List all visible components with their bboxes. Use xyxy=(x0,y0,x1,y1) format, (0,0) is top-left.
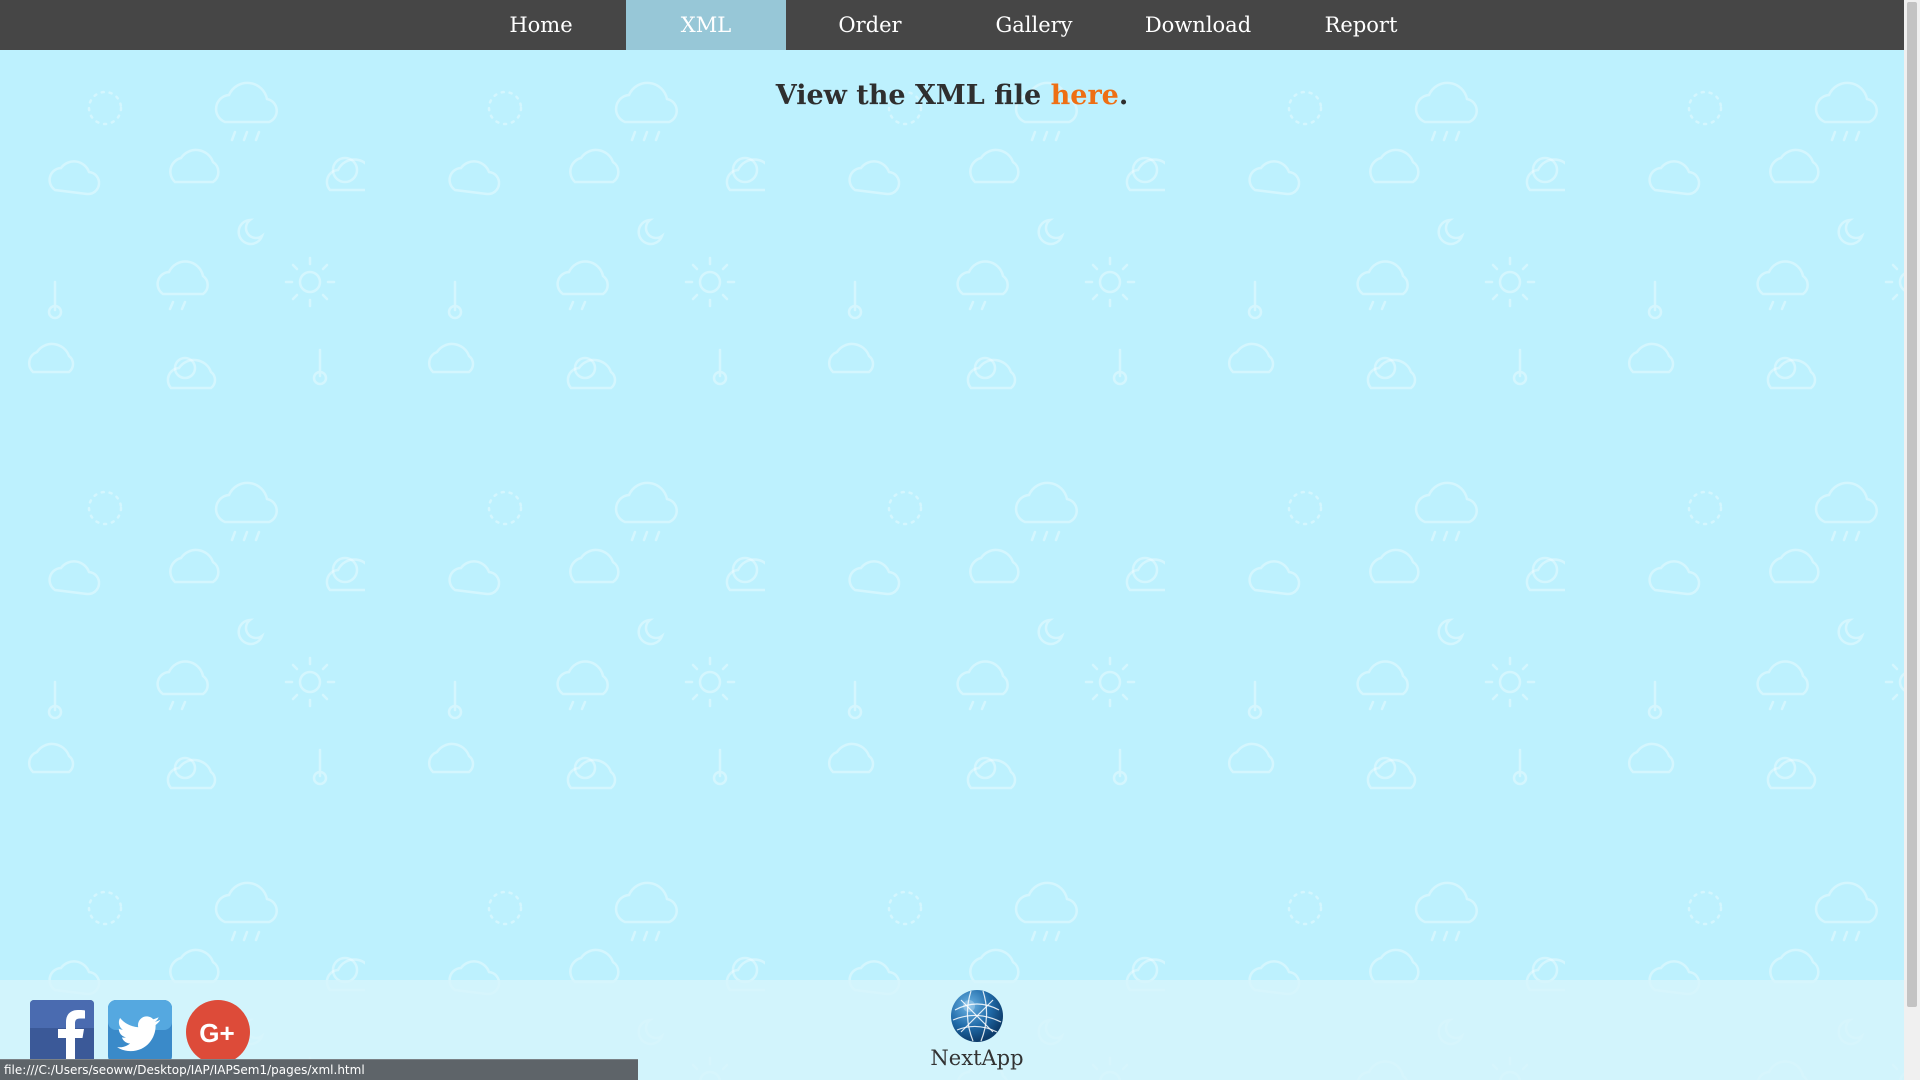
top-navbar: Home XML Order Gallery Download Report xyxy=(0,0,1904,50)
weather-pattern-background xyxy=(0,0,1904,1080)
browser-status-bar: file:///C:/Users/seoww/Desktop/IAP/IAPSe… xyxy=(0,1059,638,1080)
nextapp-globe-logo xyxy=(951,990,1003,1042)
nav-item-gallery[interactable]: Gallery xyxy=(970,0,1098,50)
scrollbar-thumb[interactable] xyxy=(1907,2,1917,1007)
nav-item-report[interactable]: Report xyxy=(1297,0,1425,50)
nav-item-order[interactable]: Order xyxy=(806,0,934,50)
heading-period: . xyxy=(1118,80,1129,111)
google-plus-icon[interactable]: G+ xyxy=(186,1000,250,1064)
xml-file-link[interactable]: here xyxy=(1051,80,1119,111)
nav-item-home[interactable]: Home xyxy=(477,0,605,50)
nav-item-download[interactable]: Download xyxy=(1120,0,1276,50)
svg-text:G+: G+ xyxy=(199,1018,234,1048)
heading-text: View the XML file xyxy=(775,80,1051,111)
brand-name: NextApp xyxy=(930,1046,1024,1070)
vertical-scrollbar[interactable] xyxy=(1904,0,1920,1080)
nav-item-xml[interactable]: XML xyxy=(626,0,786,50)
facebook-icon[interactable] xyxy=(30,1000,94,1064)
twitter-icon[interactable] xyxy=(108,1000,172,1064)
page-heading: View the XML file here. xyxy=(0,80,1904,111)
